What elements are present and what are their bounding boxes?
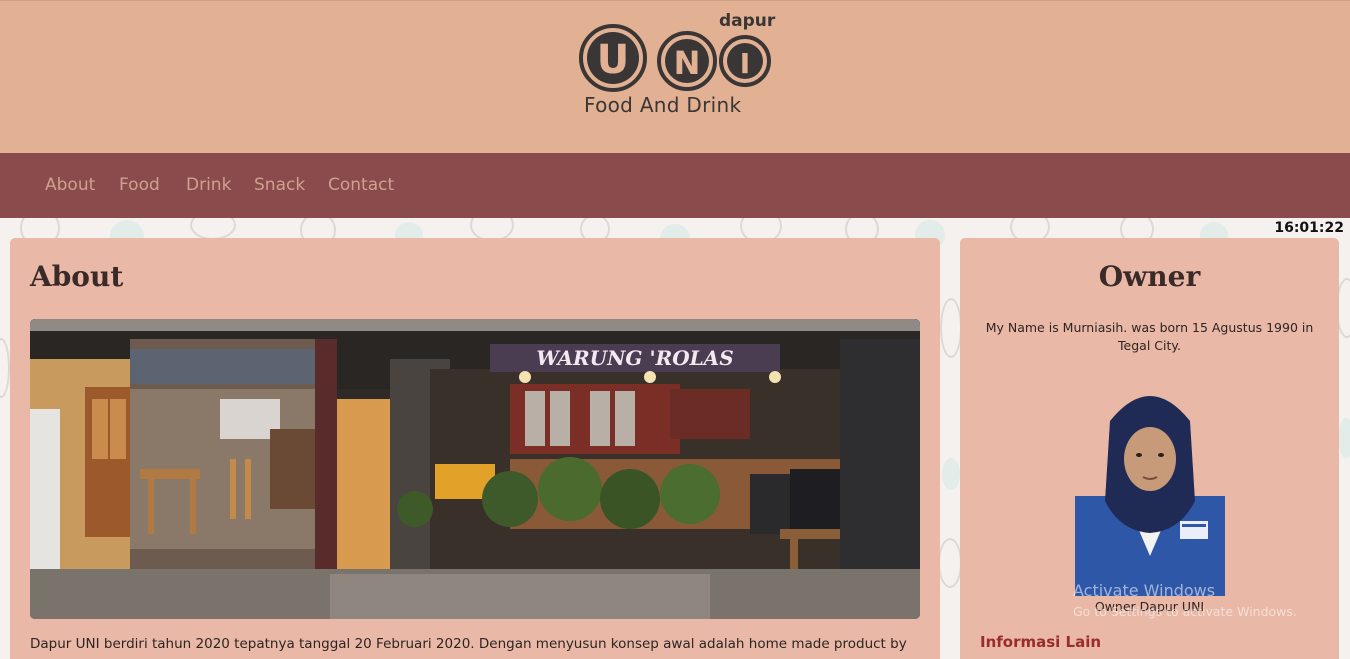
logo-letter-i: I (740, 47, 750, 80)
watermark-line1: Activate Windows (1073, 581, 1216, 600)
nav-item-food[interactable]: Food (119, 175, 160, 195)
nav-item-about[interactable]: About (45, 175, 95, 195)
owner-photo (1075, 381, 1225, 596)
owner-title: Owner (1098, 260, 1201, 293)
activate-windows-watermark: Activate Windows Go to Settings to activ… (1073, 581, 1297, 619)
photo-sign-text: WARUNG 'ROLAS (536, 346, 733, 370)
owner-card: Owner My Name is Murniasih. was born 15 … (960, 238, 1339, 659)
main-nav: About Food Drink Snack Contact (0, 153, 1350, 218)
about-title: About (30, 260, 124, 293)
nav-item-drink[interactable]: Drink (186, 175, 231, 195)
site-header: dapur U N I Food And Drink (0, 0, 1350, 153)
nav-item-contact[interactable]: Contact (328, 175, 394, 195)
restaurant-photo: WARUNG 'ROLAS (30, 319, 920, 619)
nav-item-snack[interactable]: Snack (254, 175, 305, 195)
logo-letter-n: N (674, 44, 701, 82)
about-text: Dapur UNI berdiri tahun 2020 tepatnya ta… (30, 636, 907, 652)
about-card: About WARUNG 'ROLAS Dapur UNI berdiri ta… (10, 238, 940, 659)
watermark-line2: Go to Settings to activate Windows. (1073, 604, 1297, 619)
logo-letter-u: U (597, 37, 629, 83)
logo[interactable]: dapur U N I Food And Drink (576, 11, 776, 121)
logo-tagline: Food And Drink (584, 93, 742, 117)
owner-description: My Name is Murniasih. was born 15 Agustu… (985, 320, 1314, 353)
logo-circles: U N I (579, 24, 771, 92)
clock: 16:01:22 (1274, 220, 1344, 236)
info-title[interactable]: Informasi Lain (980, 633, 1101, 651)
